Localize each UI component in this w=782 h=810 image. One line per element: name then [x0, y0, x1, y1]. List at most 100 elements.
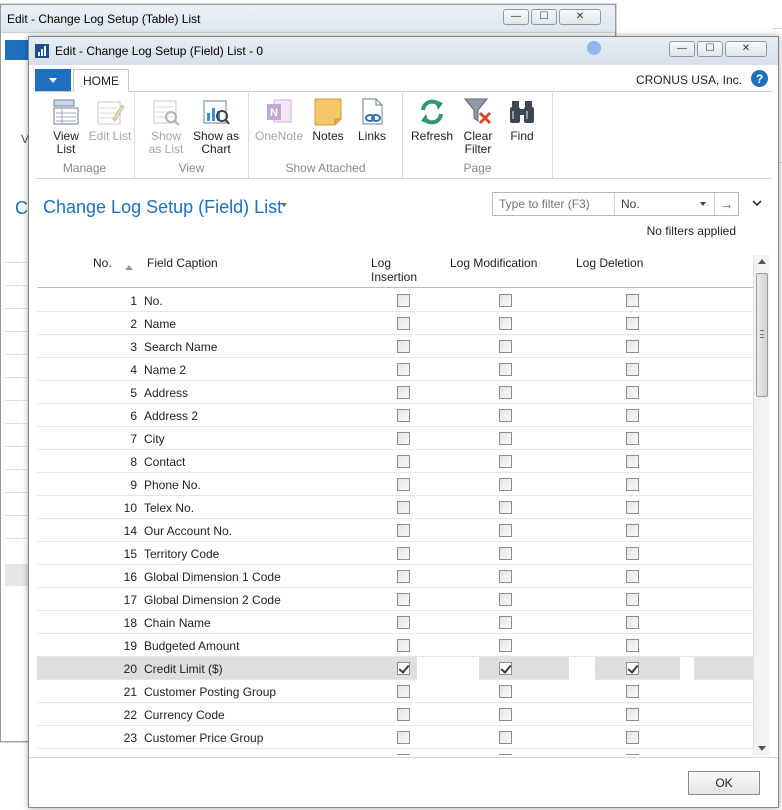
log-modification-checkbox[interactable]	[499, 340, 512, 353]
log-deletion-checkbox[interactable]	[626, 731, 639, 744]
log-insertion-checkbox[interactable]	[397, 731, 410, 744]
clear-filter-button[interactable]: Clear Filter	[455, 97, 501, 156]
refresh-button[interactable]: Refresh	[409, 97, 455, 143]
scrollbar-thumb[interactable]	[756, 273, 768, 397]
log-modification-checkbox[interactable]	[499, 455, 512, 468]
ok-button[interactable]: OK	[688, 771, 760, 795]
log-deletion-checkbox[interactable]	[626, 524, 639, 537]
log-deletion-checkbox[interactable]	[626, 754, 639, 755]
log-deletion-checkbox[interactable]	[626, 317, 639, 330]
log-modification-checkbox[interactable]	[499, 662, 512, 675]
log-insertion-checkbox[interactable]	[397, 547, 410, 560]
log-insertion-checkbox[interactable]	[397, 409, 410, 422]
log-modification-checkbox[interactable]	[499, 685, 512, 698]
view-list-button[interactable]: View List	[43, 97, 89, 156]
log-modification-checkbox[interactable]	[499, 524, 512, 537]
log-deletion-checkbox[interactable]	[626, 501, 639, 514]
log-deletion-checkbox[interactable]	[626, 547, 639, 560]
close-button[interactable]: ✕	[725, 41, 767, 57]
table-row[interactable]: 22 Currency Code	[37, 703, 753, 726]
log-modification-checkbox[interactable]	[499, 754, 512, 755]
log-insertion-checkbox[interactable]	[397, 570, 410, 583]
scroll-down-arrow-icon[interactable]	[758, 746, 766, 751]
minimize-button[interactable]: —	[503, 9, 529, 25]
minimize-button[interactable]: —	[669, 41, 695, 57]
log-modification-checkbox[interactable]	[499, 501, 512, 514]
log-deletion-checkbox[interactable]	[626, 363, 639, 376]
log-insertion-checkbox[interactable]	[397, 501, 410, 514]
log-modification-checkbox[interactable]	[499, 616, 512, 629]
notes-button[interactable]: Notes	[305, 97, 351, 143]
log-modification-checkbox[interactable]	[499, 708, 512, 721]
log-deletion-checkbox[interactable]	[626, 685, 639, 698]
table-row[interactable]: 16 Global Dimension 1 Code	[37, 565, 753, 588]
log-modification-checkbox[interactable]	[499, 639, 512, 652]
log-deletion-checkbox[interactable]	[626, 616, 639, 629]
table-row[interactable]: 2 Name	[37, 312, 753, 335]
table-row[interactable]: 17 Global Dimension 2 Code	[37, 588, 753, 611]
onenote-button[interactable]: N OneNote	[253, 97, 305, 143]
log-deletion-checkbox[interactable]	[626, 340, 639, 353]
log-insertion-checkbox[interactable]	[397, 455, 410, 468]
log-modification-checkbox[interactable]	[499, 317, 512, 330]
log-deletion-checkbox[interactable]	[626, 409, 639, 422]
show-as-list-button[interactable]: Show as List	[143, 97, 189, 156]
log-deletion-checkbox[interactable]	[626, 708, 639, 721]
log-deletion-checkbox[interactable]	[626, 593, 639, 606]
log-modification-checkbox[interactable]	[499, 478, 512, 491]
table-row[interactable]: 14 Our Account No.	[37, 519, 753, 542]
log-deletion-checkbox[interactable]	[626, 455, 639, 468]
table-row[interactable]: 19 Budgeted Amount	[37, 634, 753, 657]
table-row[interactable]: 6 Address 2	[37, 404, 753, 427]
log-deletion-checkbox[interactable]	[626, 662, 639, 675]
table-row[interactable]: 23 Customer Price Group	[37, 726, 753, 749]
filter-apply-button[interactable]: →	[714, 193, 738, 215]
log-insertion-checkbox[interactable]	[397, 317, 410, 330]
table-row[interactable]: 8 Contact	[37, 450, 753, 473]
column-header-field-caption[interactable]: Field Caption	[147, 256, 218, 270]
table-row[interactable]: 24 Language Code	[37, 749, 753, 755]
log-modification-checkbox[interactable]	[499, 432, 512, 445]
log-insertion-checkbox[interactable]	[397, 386, 410, 399]
table-row[interactable]: 10 Telex No.	[37, 496, 753, 519]
help-icon[interactable]: ?	[751, 70, 768, 87]
log-insertion-checkbox[interactable]	[397, 708, 410, 721]
column-header-no[interactable]: No.	[93, 256, 112, 270]
log-insertion-checkbox[interactable]	[397, 662, 410, 675]
log-modification-checkbox[interactable]	[499, 386, 512, 399]
column-header-log-modification[interactable]: Log Modification	[450, 256, 537, 270]
table-row[interactable]: 5 Address	[37, 381, 753, 404]
list-title[interactable]: Change Log Setup (Field) List	[43, 197, 282, 218]
log-deletion-checkbox[interactable]	[626, 294, 639, 307]
maximize-button[interactable]: ☐	[531, 9, 557, 25]
log-insertion-checkbox[interactable]	[397, 524, 410, 537]
links-button[interactable]: Links	[349, 97, 395, 143]
table-row[interactable]: 3 Search Name	[37, 335, 753, 358]
log-insertion-checkbox[interactable]	[397, 616, 410, 629]
show-as-chart-button[interactable]: Show as Chart	[189, 97, 243, 156]
log-insertion-checkbox[interactable]	[397, 363, 410, 376]
log-modification-checkbox[interactable]	[499, 570, 512, 583]
caret-down-icon[interactable]	[281, 203, 287, 207]
log-deletion-checkbox[interactable]	[626, 570, 639, 583]
log-deletion-checkbox[interactable]	[626, 386, 639, 399]
collapse-pane-chevron-icon[interactable]	[751, 197, 763, 209]
filter-input[interactable]	[493, 193, 615, 215]
table-row[interactable]: 1 No.	[37, 289, 753, 312]
table-row[interactable]: 9 Phone No.	[37, 473, 753, 496]
log-modification-checkbox[interactable]	[499, 547, 512, 560]
log-deletion-checkbox[interactable]	[626, 639, 639, 652]
log-modification-checkbox[interactable]	[499, 363, 512, 376]
log-modification-checkbox[interactable]	[499, 294, 512, 307]
log-deletion-checkbox[interactable]	[626, 478, 639, 491]
edit-list-button[interactable]: Edit List	[87, 97, 133, 143]
log-insertion-checkbox[interactable]	[397, 294, 410, 307]
log-insertion-checkbox[interactable]	[397, 340, 410, 353]
tab-home[interactable]: HOME	[73, 69, 129, 92]
table-row[interactable]: 21 Customer Posting Group	[37, 680, 753, 703]
filter-field-select[interactable]: No.	[615, 197, 714, 211]
table-row[interactable]: 4 Name 2	[37, 358, 753, 381]
column-header-log-insertion[interactable]: Log Insertion	[371, 256, 417, 284]
vertical-scrollbar[interactable]	[753, 255, 769, 755]
table-row[interactable]: 20 Credit Limit ($)	[37, 657, 753, 680]
